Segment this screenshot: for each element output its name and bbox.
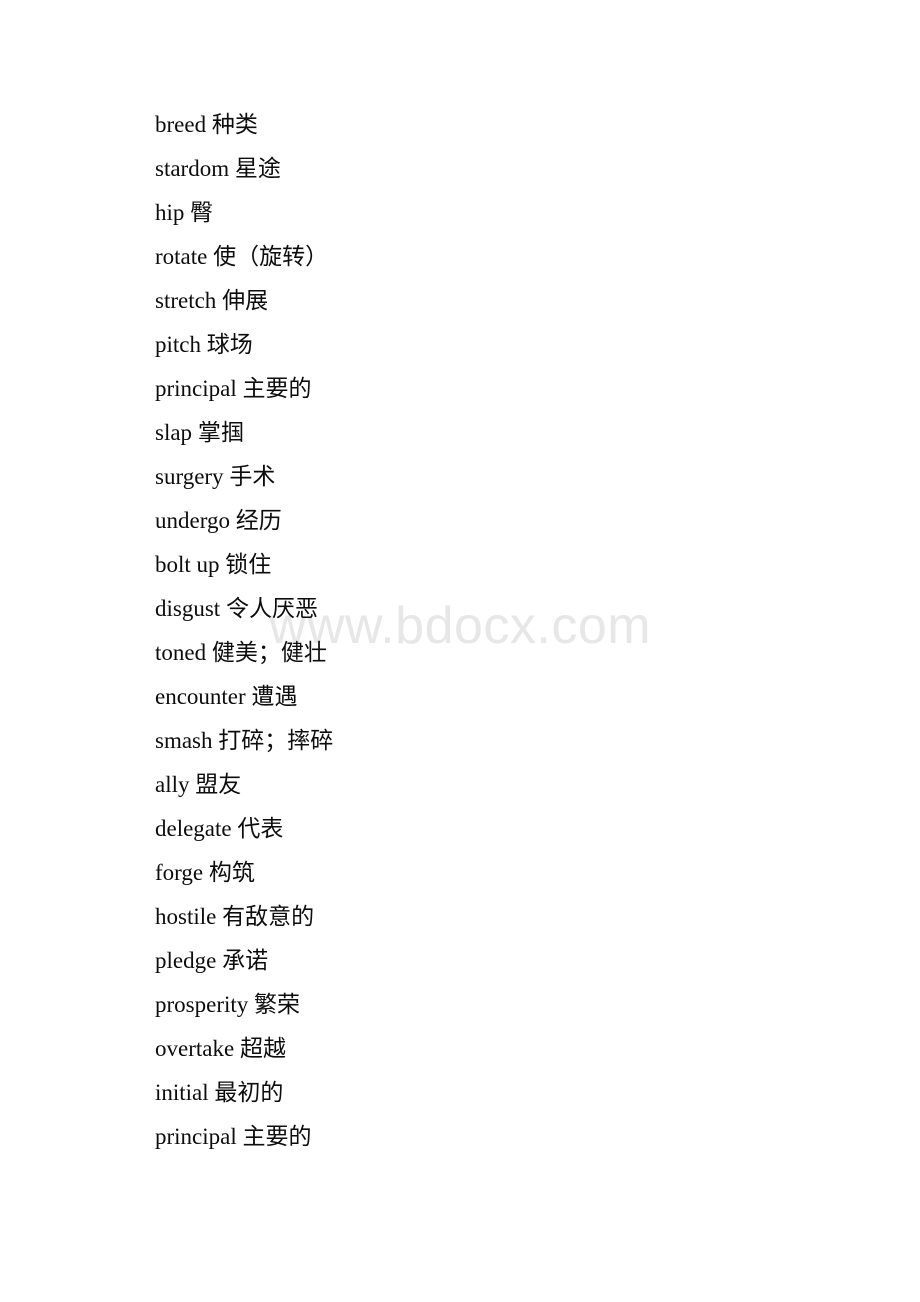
vocab-term: delegate	[155, 816, 232, 841]
vocab-gloss: 种类	[211, 112, 258, 137]
vocab-term: ally	[155, 772, 190, 797]
vocab-entry: hip 臀	[155, 191, 855, 235]
vocab-entry: undergo 经历	[155, 499, 855, 543]
vocab-gloss: 构筑	[208, 860, 255, 885]
vocab-entry: overtake 超越	[155, 1027, 855, 1071]
vocab-term: principal	[155, 1124, 237, 1149]
vocab-term: principal	[155, 376, 237, 401]
vocab-term: slap	[155, 420, 193, 445]
vocab-gloss: 健美；健壮	[211, 640, 327, 665]
vocab-entry: toned 健美；健壮	[155, 631, 855, 675]
vocab-gloss: 有敌意的	[222, 904, 315, 929]
vocab-term: pitch	[155, 332, 201, 357]
vocab-term: surgery	[155, 464, 224, 489]
vocab-gloss: 星途	[234, 156, 281, 181]
vocab-term: stretch	[155, 288, 217, 313]
vocab-gloss: 使（旋转）	[213, 244, 329, 269]
vocab-gloss: 主要的	[242, 1124, 312, 1149]
vocab-gloss: 掌掴	[197, 420, 244, 445]
vocab-gloss: 锁住	[225, 552, 272, 577]
vocab-term: encounter	[155, 684, 246, 709]
vocab-entry: encounter 遭遇	[155, 675, 855, 719]
vocab-gloss: 手术	[229, 464, 276, 489]
vocab-gloss: 令人厌恶	[225, 596, 318, 621]
vocab-gloss: 打碎；摔碎	[218, 728, 334, 753]
vocab-term: hostile	[155, 904, 217, 929]
vocab-term: initial	[155, 1080, 209, 1105]
vocab-entry: hostile 有敌意的	[155, 895, 855, 939]
vocab-gloss: 遭遇	[251, 684, 298, 709]
vocab-term: bolt up	[155, 552, 220, 577]
vocab-gloss: 承诺	[222, 948, 269, 973]
vocab-entry: smash 打碎；摔碎	[155, 719, 855, 763]
vocab-entry: principal 主要的	[155, 367, 855, 411]
vocab-gloss: 经历	[235, 508, 282, 533]
vocab-entry: pledge 承诺	[155, 939, 855, 983]
vocab-entry: principal 主要的	[155, 1115, 855, 1159]
vocab-gloss: 臀	[190, 200, 214, 225]
vocab-term: toned	[155, 640, 207, 665]
vocab-entry: disgust 令人厌恶	[155, 587, 855, 631]
vocab-entry: slap 掌掴	[155, 411, 855, 455]
vocab-gloss: 代表	[237, 816, 284, 841]
vocab-term: undergo	[155, 508, 230, 533]
vocab-term: forge	[155, 860, 204, 885]
vocab-entry: stardom 星途	[155, 147, 855, 191]
vocab-entry: forge 构筑	[155, 851, 855, 895]
vocab-term: breed	[155, 112, 207, 137]
vocab-gloss: 球场	[206, 332, 253, 357]
vocab-term: overtake	[155, 1036, 235, 1061]
vocab-term: stardom	[155, 156, 230, 181]
vocab-term: hip	[155, 200, 185, 225]
document-page: www.bdocx.com breed 种类 stardom 星途 hip 臀 rot…	[0, 0, 920, 1302]
vocab-entry: breed 种类	[155, 103, 855, 147]
vocab-entry: pitch 球场	[155, 323, 855, 367]
vocab-entry: stretch 伸展	[155, 279, 855, 323]
vocab-gloss: 主要的	[242, 376, 312, 401]
vocab-gloss: 伸展	[222, 288, 269, 313]
vocab-entry: delegate 代表	[155, 807, 855, 851]
vocab-entry: initial 最初的	[155, 1071, 855, 1115]
vocab-term: disgust	[155, 596, 221, 621]
vocab-gloss: 超越	[239, 1036, 286, 1061]
vocab-entry: prosperity 繁荣	[155, 983, 855, 1027]
vocab-entry: surgery 手术	[155, 455, 855, 499]
vocabulary-list: breed 种类 stardom 星途 hip 臀 rotate 使（旋转） stret…	[155, 103, 855, 1159]
vocab-term: prosperity	[155, 992, 249, 1017]
vocab-entry: bolt up 锁住	[155, 543, 855, 587]
vocab-gloss: 繁荣	[254, 992, 301, 1017]
vocab-term: smash	[155, 728, 213, 753]
vocab-term: rotate	[155, 244, 208, 269]
vocab-gloss: 盟友	[195, 772, 242, 797]
vocab-entry: ally 盟友	[155, 763, 855, 807]
vocab-term: pledge	[155, 948, 217, 973]
vocab-gloss: 最初的	[214, 1080, 284, 1105]
vocab-entry: rotate 使（旋转）	[155, 235, 855, 279]
